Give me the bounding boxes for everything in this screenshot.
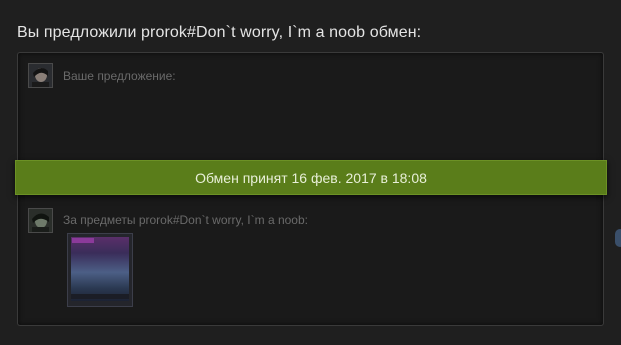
item-rarity-tag [72, 238, 94, 243]
partner-avatar[interactable] [28, 208, 53, 233]
item-caption-strip [71, 294, 129, 299]
scroll-handle[interactable] [615, 229, 621, 247]
user-avatar[interactable] [28, 63, 53, 88]
game-item-thumbnail [71, 237, 129, 301]
trade-accepted-banner: Обмен принят 16 фев. 2017 в 18:08 [15, 160, 607, 195]
trade-heading: Вы предложили prorok#Don`t worry, I`m a … [17, 24, 422, 41]
their-items-label: За предметы prorok#Don`t worry, I`m a no… [63, 213, 308, 227]
your-offer-label: Ваше предложение: [63, 69, 176, 83]
trade-accepted-text: Обмен принят 16 фев. 2017 в 18:08 [195, 169, 427, 186]
trade-item[interactable] [67, 233, 133, 307]
